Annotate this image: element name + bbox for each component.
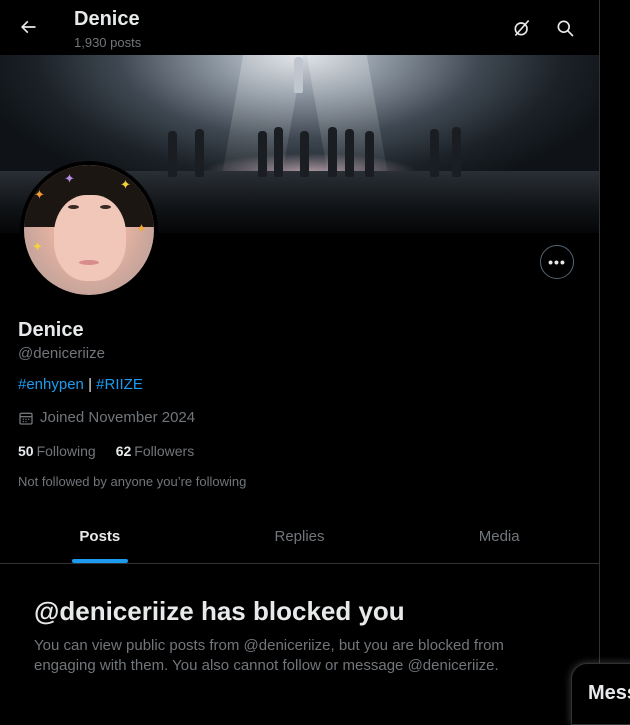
tab-media[interactable]: Media bbox=[399, 510, 599, 563]
hashtag-link[interactable]: #RIIZE bbox=[96, 376, 143, 393]
stage-figure bbox=[195, 129, 204, 177]
butterfly-icon: ✦ bbox=[32, 239, 43, 254]
profile-avatar[interactable]: ✦ ✦ ✦ ✦ ✦ bbox=[20, 161, 158, 299]
butterfly-icon: ✦ bbox=[120, 177, 131, 192]
tab-posts[interactable]: Posts bbox=[0, 510, 200, 563]
followers-link[interactable]: 62 Followers bbox=[116, 443, 194, 459]
following-link[interactable]: 50 Following bbox=[18, 443, 96, 459]
tab-label: Replies bbox=[274, 528, 325, 545]
not-followed-note: Not followed by anyone you’re following bbox=[18, 474, 247, 489]
avatar-mouth bbox=[79, 260, 99, 265]
header-title: Denice bbox=[74, 8, 140, 30]
stage-figure bbox=[328, 127, 337, 177]
hashtag-link[interactable]: #enhypen bbox=[18, 376, 84, 393]
stage-figure bbox=[452, 127, 461, 177]
avatar-face bbox=[54, 195, 126, 281]
tab-label: Posts bbox=[79, 528, 121, 545]
messages-drawer-label: Mess bbox=[588, 682, 630, 704]
calendar-icon bbox=[19, 412, 33, 425]
search-icon bbox=[557, 20, 574, 37]
active-tab-indicator bbox=[71, 559, 128, 563]
header-post-count: 1,930 posts bbox=[74, 35, 142, 50]
grok-icon bbox=[514, 19, 530, 37]
stage-figure bbox=[258, 131, 267, 177]
stage-figure bbox=[294, 57, 303, 93]
joined-date: Joined November 2024 bbox=[18, 409, 195, 426]
profile-handle: @deniceriize bbox=[18, 345, 105, 362]
arrow-left-icon bbox=[20, 20, 36, 34]
avatar-eye bbox=[100, 205, 111, 209]
profile-column: Denice 1,930 posts ✦ ✦ ✦ ✦ ✦ ••• Denice … bbox=[0, 0, 600, 707]
butterfly-icon: ✦ bbox=[34, 187, 45, 202]
following-count: 50 bbox=[18, 443, 34, 459]
following-label: Following bbox=[36, 443, 96, 459]
more-icon: ••• bbox=[548, 254, 566, 270]
profile-tabs: Posts Replies Media bbox=[0, 510, 599, 564]
stage-figure bbox=[300, 131, 309, 177]
bio-separator: | bbox=[83, 376, 97, 393]
more-options-button[interactable]: ••• bbox=[540, 245, 574, 279]
blocked-body: You can view public posts from @deniceri… bbox=[34, 637, 504, 674]
avatar-photo: ✦ ✦ ✦ ✦ ✦ bbox=[24, 165, 154, 295]
stage-figure bbox=[345, 129, 354, 177]
followers-label: Followers bbox=[134, 443, 195, 459]
stage-figure bbox=[168, 131, 177, 177]
grok-button[interactable] bbox=[505, 11, 539, 45]
butterfly-icon: ✦ bbox=[136, 221, 147, 236]
search-button[interactable] bbox=[548, 11, 582, 45]
butterfly-icon: ✦ bbox=[64, 171, 75, 186]
tab-label: Media bbox=[478, 528, 520, 545]
joined-text: Joined November 2024 bbox=[40, 409, 196, 426]
profile-display-name: Denice bbox=[18, 319, 84, 341]
follow-stats: 50 Following 62 Followers bbox=[18, 443, 194, 459]
stage-figure bbox=[365, 131, 374, 177]
top-header: Denice 1,930 posts bbox=[0, 0, 599, 55]
followers-count: 62 bbox=[115, 443, 132, 459]
profile-bio: #enhypen | #RIIZE bbox=[18, 376, 143, 393]
avatar-eye bbox=[68, 205, 79, 209]
stage-figure bbox=[430, 129, 439, 177]
stage-figure bbox=[274, 127, 283, 177]
tab-replies[interactable]: Replies bbox=[200, 510, 400, 563]
messages-drawer[interactable]: Mess bbox=[571, 663, 630, 725]
blocked-title: @deniceriize has blocked you bbox=[34, 596, 405, 626]
back-button[interactable] bbox=[10, 9, 46, 45]
right-gutter bbox=[601, 0, 630, 707]
